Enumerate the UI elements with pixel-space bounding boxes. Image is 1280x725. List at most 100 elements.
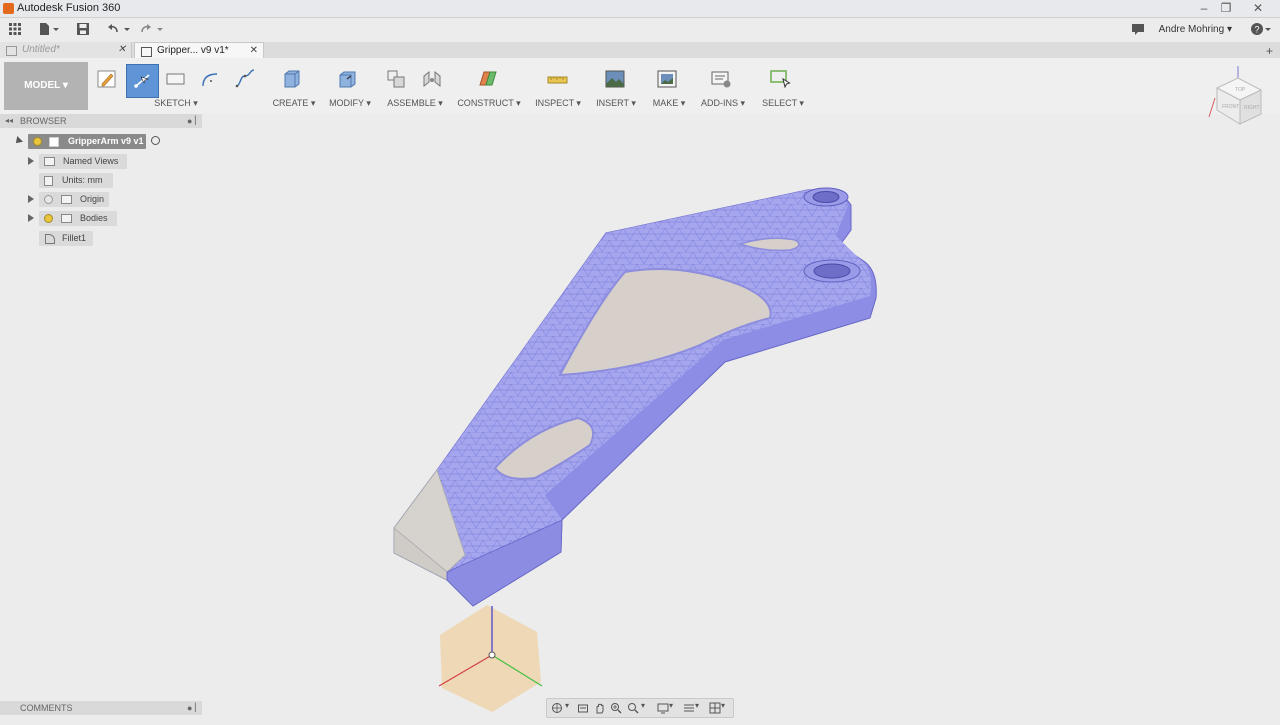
- joint-icon[interactable]: [421, 68, 443, 90]
- chevron-down-icon[interactable]: ▾: [641, 701, 653, 713]
- title-bar: Autodesk Fusion 360 – ❐ ✕: [0, 0, 1280, 18]
- scripts-addins-icon[interactable]: [710, 68, 732, 90]
- tree-row-origin: Origin: [0, 192, 202, 207]
- viewcube[interactable]: TOP FRONT RIGHT: [1205, 62, 1271, 132]
- panel-menu-icon[interactable]: ▏: [195, 701, 201, 715]
- insert-menu[interactable]: INSERT ▾: [592, 98, 640, 109]
- chevron-down-icon[interactable]: ▾: [721, 701, 733, 713]
- component-icon: [49, 137, 59, 147]
- quick-access-toolbar: Andre Mohring ▾ ?: [0, 18, 1280, 43]
- line-icon: [134, 74, 150, 88]
- file-menu-icon[interactable]: [38, 22, 60, 38]
- browser-panel-header[interactable]: ◂◂ BROWSER ● ▏: [0, 114, 202, 128]
- chevron-down-icon[interactable]: ▾: [565, 701, 577, 713]
- root-component-label: GripperArm v9 v1: [68, 136, 144, 146]
- viewcube-front-label: FRONT: [1222, 104, 1239, 110]
- arc-icon[interactable]: [199, 68, 221, 90]
- bodies-node[interactable]: Bodies: [39, 211, 117, 226]
- modify-menu[interactable]: MODIFY ▾: [325, 98, 375, 109]
- spline-icon[interactable]: [234, 68, 256, 90]
- create-sketch-icon[interactable]: [96, 68, 118, 90]
- named-views-node[interactable]: Named Views: [39, 154, 127, 169]
- expand-arrow-icon[interactable]: [28, 157, 34, 165]
- units-node[interactable]: Units: mm: [39, 173, 113, 188]
- visibility-bulb-icon[interactable]: [44, 195, 53, 204]
- save-icon[interactable]: [76, 22, 90, 38]
- visibility-bulb-icon[interactable]: [33, 137, 42, 146]
- data-panel-grid-icon[interactable]: [8, 22, 22, 38]
- restore-icon[interactable]: ❐: [1212, 0, 1240, 17]
- browser-title: BROWSER: [20, 116, 67, 126]
- help-icon[interactable]: ?: [1250, 22, 1274, 38]
- undo-icon[interactable]: [106, 22, 132, 38]
- tree-row-units: Units: mm: [0, 173, 202, 188]
- panel-menu-icon[interactable]: ▏: [195, 114, 201, 128]
- offset-plane-icon[interactable]: [477, 68, 499, 90]
- close-tab-icon[interactable]: ✕: [250, 43, 258, 59]
- measure-icon[interactable]: [546, 68, 568, 90]
- chevron-down-icon[interactable]: ▾: [695, 701, 707, 713]
- tab-untitled[interactable]: Untitled* ✕: [0, 42, 132, 58]
- extrude-icon[interactable]: [281, 68, 303, 90]
- chevron-down-icon[interactable]: ▾: [669, 701, 681, 713]
- line-tool-button[interactable]: [126, 64, 159, 98]
- pan-icon[interactable]: [594, 701, 606, 714]
- select-icon[interactable]: [769, 68, 791, 90]
- rectangle-icon[interactable]: [164, 68, 186, 90]
- viewports-icon[interactable]: [709, 701, 721, 714]
- comments-title: COMMENTS: [20, 703, 73, 713]
- activate-radio-icon[interactable]: [151, 136, 160, 145]
- comments-panel-header[interactable]: COMMENTS ● ▏: [0, 701, 202, 715]
- redo-icon[interactable]: [140, 22, 166, 38]
- expand-arrow-icon[interactable]: [28, 195, 34, 203]
- named-views-label: Named Views: [63, 156, 119, 166]
- close-tab-icon[interactable]: ✕: [118, 42, 126, 58]
- origin-node[interactable]: Origin: [39, 192, 109, 207]
- viewport-canvas: [393, 187, 877, 712]
- expand-arrow-icon[interactable]: [28, 214, 34, 222]
- create-menu[interactable]: CREATE ▾: [269, 98, 319, 109]
- fusion-app-icon: [3, 3, 14, 14]
- user-menu[interactable]: Andre Mohring ▾: [1159, 24, 1232, 35]
- folder-icon: [61, 214, 72, 223]
- sketch-menu[interactable]: SKETCH ▾: [146, 98, 206, 109]
- origin-plane: [438, 605, 543, 712]
- collapse-panel-icon[interactable]: ◂◂: [5, 114, 13, 128]
- root-component[interactable]: GripperArm v9 v1: [28, 134, 146, 149]
- addins-menu[interactable]: ADD-INS ▾: [697, 98, 749, 109]
- notification-icon[interactable]: [1131, 22, 1145, 38]
- new-component-icon[interactable]: [385, 68, 407, 90]
- make-menu[interactable]: MAKE ▾: [648, 98, 690, 109]
- add-tab-icon[interactable]: +: [1266, 44, 1273, 58]
- pin-icon[interactable]: ●: [187, 114, 192, 128]
- close-window-icon[interactable]: ✕: [1244, 0, 1272, 17]
- grid-settings-icon[interactable]: [683, 701, 695, 713]
- construct-menu[interactable]: CONSTRUCT ▾: [455, 98, 523, 109]
- visibility-bulb-icon[interactable]: [44, 214, 53, 223]
- tab-gripper[interactable]: Gripper... v9 v1* ✕: [134, 42, 264, 58]
- 3d-print-icon[interactable]: [656, 68, 678, 90]
- pin-icon[interactable]: ●: [187, 701, 192, 715]
- svg-text:?: ?: [1254, 25, 1259, 35]
- bodies-label: Bodies: [80, 213, 108, 223]
- 3d-viewport[interactable]: [203, 114, 1280, 720]
- zoom-window-icon[interactable]: [627, 701, 639, 714]
- tab-gripper-label: Gripper... v9 v1*: [157, 45, 229, 56]
- viewcube-right-label: RIGHT: [1244, 105, 1260, 111]
- workspace-switcher[interactable]: MODEL ▾: [4, 62, 88, 110]
- fillet-node[interactable]: Fillet1: [39, 231, 93, 246]
- zoom-icon[interactable]: [610, 701, 622, 714]
- press-pull-icon[interactable]: [337, 68, 359, 90]
- origin-label: Origin: [80, 194, 105, 204]
- orbit-icon[interactable]: [551, 701, 563, 713]
- select-menu[interactable]: SELECT ▾: [757, 98, 809, 109]
- gripper-arm-body: [393, 187, 877, 607]
- insert-image-icon[interactable]: [604, 68, 626, 90]
- assemble-menu[interactable]: ASSEMBLE ▾: [384, 98, 446, 109]
- fillet-label: Fillet1: [62, 233, 87, 243]
- tree-row-root: GripperArm v9 v1: [0, 134, 202, 149]
- collapse-arrow-icon[interactable]: [13, 136, 23, 146]
- inspect-menu[interactable]: INSPECT ▾: [530, 98, 586, 109]
- display-settings-icon[interactable]: [657, 701, 669, 714]
- look-at-icon[interactable]: [577, 701, 589, 713]
